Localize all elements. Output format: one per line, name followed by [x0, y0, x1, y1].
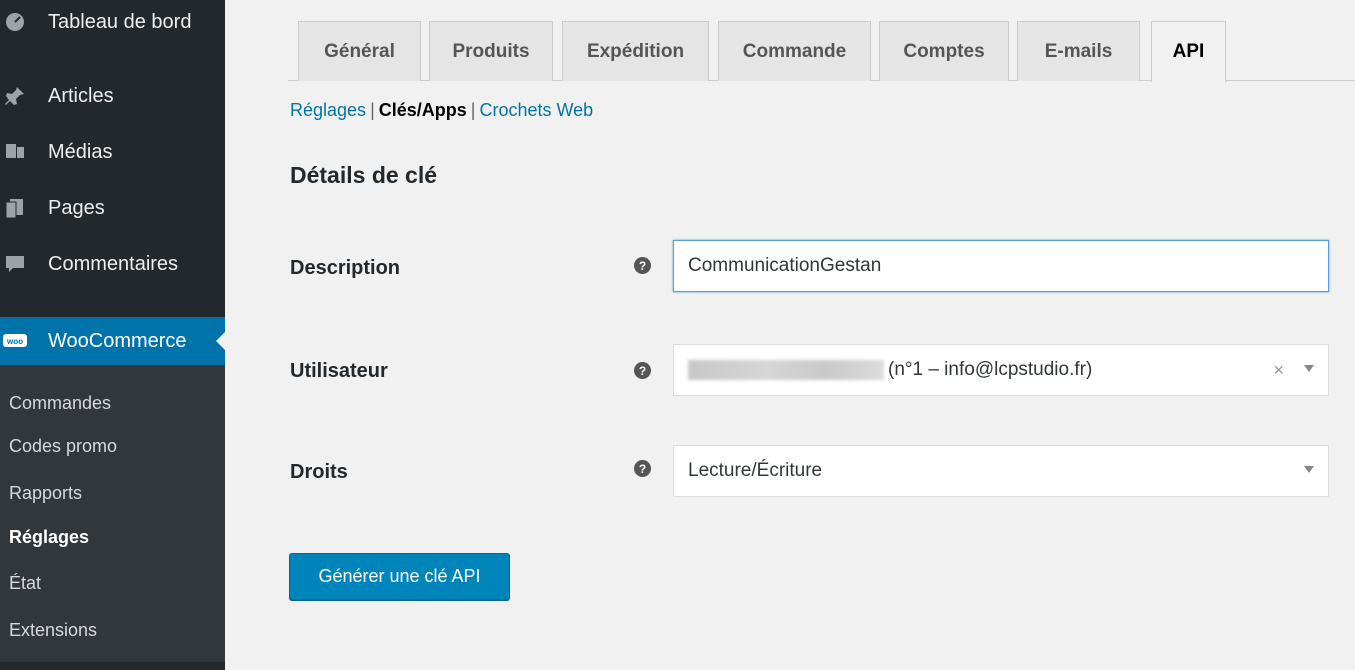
- menu-item-comments[interactable]: Commentaires: [0, 244, 225, 284]
- submenu-item-extensions[interactable]: Extensions: [9, 620, 97, 641]
- woocommerce-submenu: Commandes Codes promo Rapports Réglages …: [0, 366, 225, 662]
- tab-general[interactable]: Général: [298, 21, 421, 81]
- permissions-label: Droits: [290, 461, 348, 483]
- subnav-settings-link[interactable]: Réglages: [290, 100, 366, 120]
- menu-label: Pages: [48, 196, 105, 219]
- menu-item-media[interactable]: Médias: [0, 132, 225, 172]
- tab-products[interactable]: Produits: [429, 21, 553, 81]
- pages-icon: [2, 195, 28, 221]
- submenu-item-orders[interactable]: Commandes: [9, 393, 111, 414]
- help-icon[interactable]: ?: [634, 362, 651, 379]
- settings-tabs: Général Produits Expédition Commande Com…: [288, 21, 1355, 82]
- menu-item-articles[interactable]: Articles: [0, 76, 225, 116]
- section-title: Détails de clé: [290, 162, 438, 188]
- tab-accounts[interactable]: Comptes: [879, 21, 1009, 81]
- help-icon[interactable]: ?: [634, 257, 651, 274]
- menu-label: Commentaires: [48, 252, 179, 275]
- tab-shipping[interactable]: Expédition: [562, 21, 709, 81]
- submenu-item-settings[interactable]: Réglages: [9, 527, 89, 548]
- woocommerce-badge: woo: [6, 337, 23, 346]
- submenu-item-reports[interactable]: Rapports: [9, 483, 82, 504]
- menu-label: WooCommerce: [48, 329, 187, 352]
- comment-icon: [2, 251, 28, 277]
- permissions-select[interactable]: Lecture/Écriture: [673, 445, 1329, 497]
- subnav-webhooks-link[interactable]: Crochets Web: [479, 100, 593, 120]
- media-icon: [2, 139, 28, 165]
- permissions-select-value: Lecture/Écriture: [688, 460, 823, 481]
- submenu-item-status[interactable]: État: [9, 573, 41, 594]
- dashboard-icon: [2, 9, 28, 35]
- menu-label: Médias: [48, 140, 113, 163]
- pushpin-icon: [2, 83, 28, 109]
- generate-api-key-button[interactable]: Générer une clé API: [289, 553, 510, 600]
- tab-emails[interactable]: E-mails: [1017, 21, 1140, 81]
- clear-icon[interactable]: ×: [1273, 360, 1284, 381]
- menu-label: Articles: [48, 84, 114, 107]
- user-label: Utilisateur: [290, 360, 388, 382]
- subnav-separator: |: [370, 100, 375, 120]
- tab-checkout[interactable]: Commande: [718, 21, 871, 81]
- help-icon[interactable]: ?: [634, 460, 651, 477]
- woocommerce-icon: woo: [2, 328, 28, 354]
- subnav-separator: |: [470, 100, 476, 120]
- admin-sidebar: Tableau de bord Articles Médias Pages Co…: [0, 0, 226, 670]
- tab-api[interactable]: API: [1151, 21, 1226, 82]
- chevron-down-icon: [1304, 365, 1314, 372]
- submenu-item-coupons[interactable]: Codes promo: [9, 436, 117, 457]
- api-subnav: Réglages | Clés/Apps | Crochets Web: [290, 100, 593, 121]
- menu-item-woocommerce[interactable]: woo WooCommerce: [0, 317, 226, 365]
- subnav-keys-current[interactable]: Clés/Apps: [379, 100, 467, 120]
- user-select[interactable]: (n°1 – info@lcpstudio.fr) ×: [673, 344, 1329, 396]
- chevron-down-icon: [1304, 466, 1314, 473]
- description-label: Description: [290, 257, 401, 279]
- menu-item-pages[interactable]: Pages: [0, 188, 225, 228]
- active-arrow: [216, 331, 226, 351]
- user-select-value: (n°1 – info@lcpstudio.fr): [888, 359, 1093, 380]
- menu-label: Tableau de bord: [48, 10, 192, 33]
- menu-item-dashboard[interactable]: Tableau de bord: [0, 2, 225, 42]
- redacted-user-name: [688, 360, 884, 380]
- description-input[interactable]: [673, 240, 1329, 292]
